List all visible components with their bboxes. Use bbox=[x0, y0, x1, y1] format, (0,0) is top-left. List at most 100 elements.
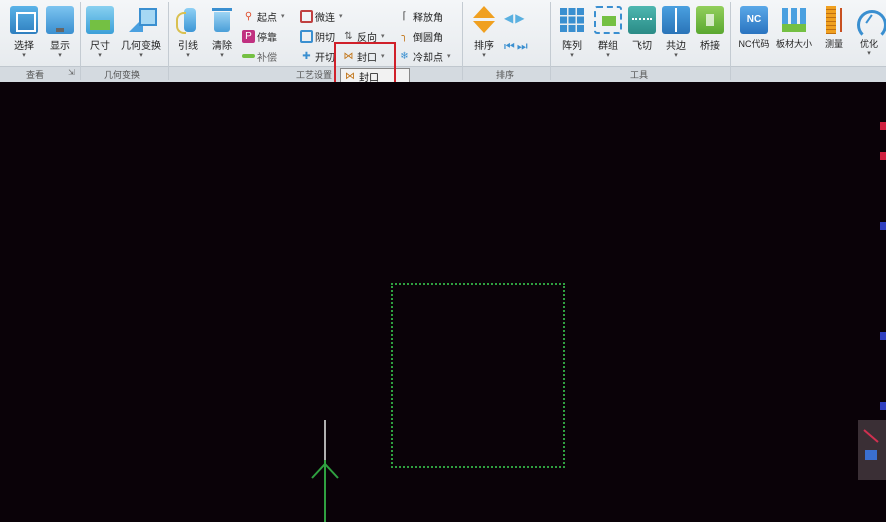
side-panel-icons bbox=[863, 429, 879, 460]
chevron-down-icon[interactable]: ▾ bbox=[4, 52, 44, 60]
skip-back-icon[interactable]: ⏮ bbox=[504, 39, 515, 54]
geom-transform-button[interactable]: 几何变换 ▾ bbox=[118, 4, 164, 66]
display-label: 显示 bbox=[50, 41, 70, 52]
compensation-label: 补偿 bbox=[257, 52, 277, 64]
shadow-cut-button[interactable]: 阴切 bbox=[300, 28, 335, 44]
compensation-icon bbox=[242, 54, 255, 58]
array-button[interactable]: 阵列 ▾ bbox=[552, 4, 592, 66]
geometry-transform-icon bbox=[127, 6, 157, 34]
shadow-cut-label: 阴切 bbox=[315, 32, 335, 44]
chevron-down-icon[interactable]: ▾ bbox=[447, 52, 451, 60]
open-cut-button[interactable]: ✚ 开切 bbox=[300, 48, 335, 64]
grid-array-icon bbox=[558, 6, 586, 34]
reverse-icon: ⇅ bbox=[344, 30, 353, 42]
chevron-down-icon[interactable]: ▾ bbox=[40, 52, 80, 60]
start-point-icon: ⚲ bbox=[244, 10, 253, 22]
bridge-icon bbox=[696, 6, 724, 34]
marker bbox=[880, 222, 886, 230]
round-corner-button[interactable]: ╮ 倒圆角 bbox=[398, 28, 443, 44]
group-label-geometry: 几何变换 bbox=[104, 70, 141, 80]
bridge-label: 桥接 bbox=[700, 41, 720, 52]
round-corner-label: 倒圆角 bbox=[413, 32, 443, 44]
chevron-down-icon[interactable]: ▾ bbox=[464, 52, 504, 60]
group-icon bbox=[594, 6, 622, 34]
chevron-down-icon[interactable]: ▾ bbox=[552, 52, 592, 60]
stop-icon: P bbox=[242, 29, 255, 43]
select-button[interactable]: 选择 ▾ bbox=[4, 4, 44, 66]
stop-button[interactable]: P 停靠 bbox=[242, 28, 277, 44]
nc-code-icon: NC bbox=[740, 6, 768, 34]
fly-cut-icon bbox=[628, 6, 656, 34]
step-forward-icon[interactable]: ▶ bbox=[515, 11, 524, 25]
group-divider bbox=[550, 2, 551, 80]
compensation-button[interactable]: 补偿 bbox=[242, 48, 277, 64]
open-cut-icon: ✚ bbox=[302, 50, 311, 62]
release-angle-button[interactable]: ⌈ 释放角 bbox=[398, 8, 443, 24]
release-angle-label: 释放角 bbox=[413, 12, 443, 24]
bridge-button[interactable]: 桥接 bbox=[690, 4, 730, 66]
nc-code-button[interactable]: NC NC代码 bbox=[734, 4, 774, 66]
sort-nav-top: ◀ ▶ bbox=[504, 10, 524, 26]
trash-icon bbox=[208, 6, 236, 34]
micro-connect-icon bbox=[300, 9, 313, 23]
clear-button[interactable]: 清除 ▾ bbox=[202, 4, 242, 66]
chevron-down-icon[interactable]: ▾ bbox=[381, 32, 385, 40]
cooling-point-button[interactable]: ❄ 冷却点 ▾ bbox=[398, 48, 451, 64]
micro-connect-button[interactable]: 微连 ▾ bbox=[300, 8, 343, 24]
micro-connect-label: 微连 bbox=[315, 12, 335, 24]
sort-button[interactable]: 排序 ▾ bbox=[464, 4, 504, 66]
select-icon bbox=[10, 6, 38, 34]
drawing-canvas[interactable] bbox=[0, 82, 886, 522]
optimize-button[interactable]: 优化 ▾ bbox=[852, 4, 886, 66]
ruler-icon bbox=[820, 6, 848, 34]
chevron-down-icon[interactable]: ▾ bbox=[281, 12, 285, 20]
clear-label: 清除 bbox=[212, 41, 232, 52]
group-label-view: 查看 bbox=[26, 70, 45, 80]
stop-label: 停靠 bbox=[257, 32, 277, 44]
size-icon bbox=[86, 6, 114, 34]
marker bbox=[880, 122, 886, 130]
geom-transform-label: 几何变换 bbox=[121, 41, 161, 52]
chevron-down-icon[interactable]: ▾ bbox=[118, 52, 164, 60]
measure-label: 测量 bbox=[824, 39, 843, 49]
group-label-process: 工艺设置 bbox=[296, 70, 333, 80]
marker bbox=[880, 332, 886, 340]
start-point-label: 起点 bbox=[257, 12, 277, 24]
part-outline[interactable] bbox=[391, 283, 565, 468]
size-button[interactable]: 尺寸 ▾ bbox=[80, 4, 120, 66]
sort-label: 排序 bbox=[474, 41, 494, 52]
chevron-down-icon[interactable]: ▾ bbox=[852, 50, 886, 58]
select-label: 选择 bbox=[14, 41, 34, 52]
sheet-size-button[interactable]: 板材大小 bbox=[772, 4, 816, 66]
sort-nav-bottom: ⏮ ⏭ bbox=[504, 38, 528, 54]
group-divider bbox=[462, 2, 463, 80]
start-point-button[interactable]: ⚲ 起点 ▾ bbox=[242, 8, 285, 24]
origin-arrow-icon bbox=[311, 462, 339, 479]
group-divider bbox=[730, 2, 731, 80]
common-edge-icon bbox=[662, 6, 690, 34]
chevron-down-icon[interactable]: ▾ bbox=[339, 12, 343, 20]
nc-code-label: NC代码 bbox=[738, 39, 770, 49]
sheet-size-label: 板材大小 bbox=[775, 39, 812, 49]
sort-icon bbox=[470, 6, 498, 34]
release-angle-icon: ⌈ bbox=[402, 10, 407, 22]
lead-line-icon bbox=[174, 6, 202, 34]
measure-button[interactable]: 测量 bbox=[816, 4, 852, 66]
ribbon-toolbar: 选择 ▾ 显示 ▾ 查看 ⇲ 尺寸 ▾ 几何变换 ▾ 几何变换 引线 ▾ 清除 … bbox=[0, 0, 886, 84]
shadow-cut-icon bbox=[300, 29, 313, 43]
marker bbox=[880, 152, 886, 160]
step-back-icon[interactable]: ◀ bbox=[504, 11, 513, 25]
cooling-point-icon: ❄ bbox=[400, 50, 409, 62]
round-corner-icon: ╮ bbox=[401, 30, 408, 42]
open-cut-label: 开切 bbox=[315, 52, 335, 64]
cooling-point-label: 冷却点 bbox=[413, 52, 443, 64]
chevron-down-icon[interactable]: ▾ bbox=[80, 52, 120, 60]
display-button[interactable]: 显示 ▾ bbox=[40, 4, 80, 66]
monitor-icon bbox=[46, 6, 74, 34]
skip-forward-icon[interactable]: ⏭ bbox=[517, 39, 528, 54]
app-window: 选择 ▾ 显示 ▾ 查看 ⇲ 尺寸 ▾ 几何变换 ▾ 几何变换 引线 ▾ 清除 … bbox=[0, 0, 886, 522]
array-label: 阵列 bbox=[562, 41, 582, 52]
dialog-launcher-icon[interactable]: ⇲ bbox=[68, 68, 75, 77]
chevron-down-icon[interactable]: ▾ bbox=[202, 52, 242, 60]
size-label: 尺寸 bbox=[90, 41, 110, 52]
